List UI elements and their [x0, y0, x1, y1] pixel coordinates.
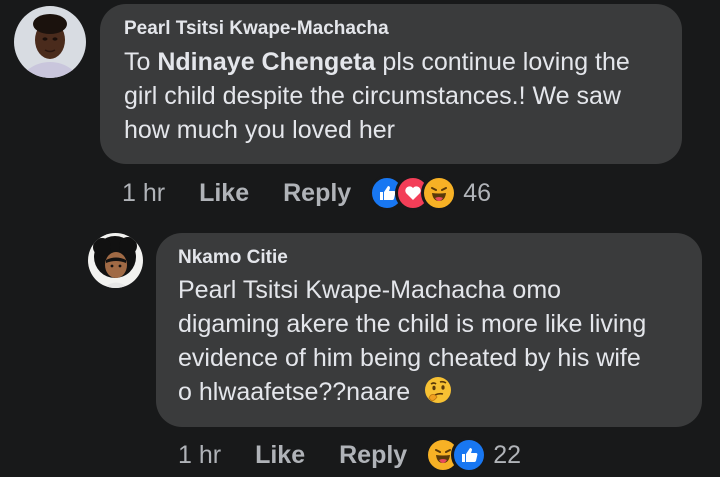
reply-reactions[interactable] [425, 437, 488, 473]
comment-reaction-count[interactable]: 46 [463, 179, 491, 208]
comment-text: To Ndinaye Chengeta pls continue loving … [124, 45, 660, 147]
avatar-nkamo[interactable] [88, 233, 143, 288]
haha-icon [421, 175, 458, 211]
reply-like-button[interactable]: Like [255, 441, 305, 470]
comment-author[interactable]: Pearl Tsitsi Kwape-Machacha [124, 18, 660, 40]
comment-bubble: Pearl Tsitsi Kwape-Machacha To Ndinaye C… [100, 4, 682, 164]
comment-text-prefix: To [124, 48, 151, 76]
reply-reply-button[interactable]: Reply [339, 441, 407, 470]
comment-actions: 1 hr Like Reply 46 [122, 175, 491, 211]
reply-author[interactable]: Nkamo Citie [178, 247, 680, 269]
reply-text-line4: o hlwaafetse??naare [178, 378, 411, 406]
comment-like-button[interactable]: Like [199, 179, 249, 208]
comment-thread: Pearl Tsitsi Kwape-Machacha To Ndinaye C… [0, 0, 720, 477]
reply-text: Pearl Tsitsi Kwape-Machacha omo digaming… [178, 273, 680, 414]
reply-text-line2: digaming akere the child is more like li… [178, 310, 647, 338]
reply-reaction-count[interactable]: 22 [493, 441, 521, 470]
thinking-face-icon [423, 375, 453, 414]
reply-time[interactable]: 1 hr [178, 441, 221, 470]
comment-text-line2: girl child despite the circumstances.! W… [124, 82, 621, 110]
comment-time[interactable]: 1 hr [122, 179, 165, 208]
comment-reactions[interactable] [369, 175, 458, 211]
comment-text-line1-rest: pls continue loving the [382, 48, 630, 76]
reply-text-line3: evidence of him being cheated by his wif… [178, 344, 641, 372]
avatar-pearl[interactable] [14, 6, 86, 78]
like-icon [451, 437, 488, 473]
comment-text-line3: how much you loved her [124, 116, 395, 144]
comment-reply-button[interactable]: Reply [283, 179, 351, 208]
reply-bubble: Nkamo Citie Pearl Tsitsi Kwape-Machacha … [156, 233, 702, 427]
reply-actions: 1 hr Like Reply 22 [178, 437, 521, 473]
reply-text-line1: Pearl Tsitsi Kwape-Machacha omo [178, 276, 562, 304]
comment-mention[interactable]: Ndinaye Chengeta [157, 48, 375, 76]
